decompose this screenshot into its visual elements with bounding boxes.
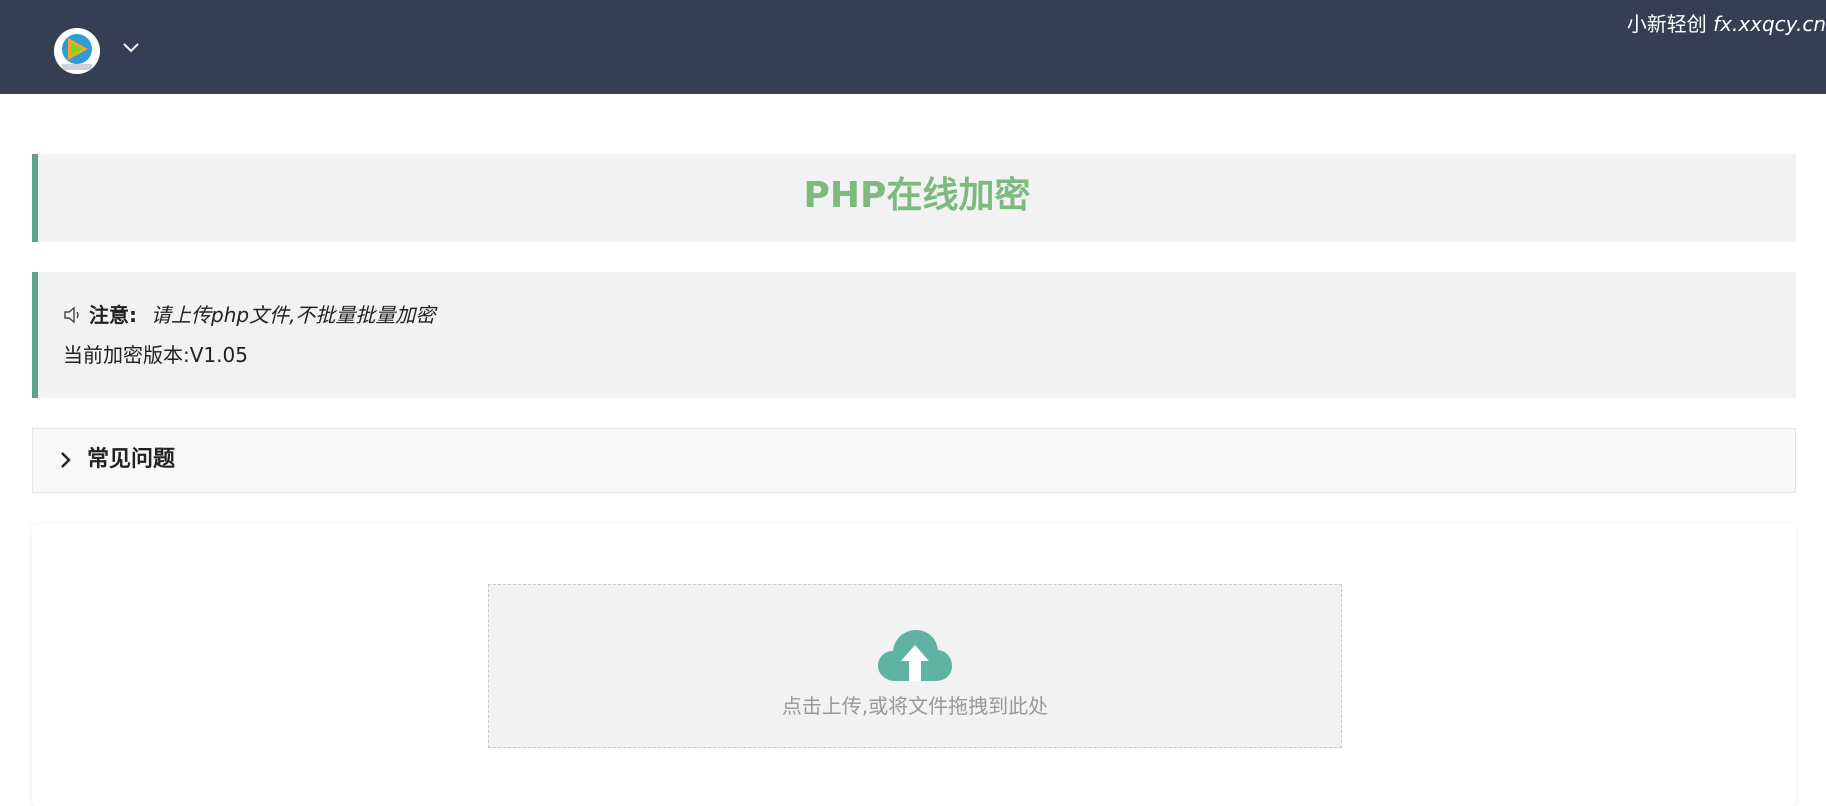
chevron-down-icon[interactable] (122, 41, 140, 55)
notice-label: 注意: (89, 303, 137, 327)
notice-box: 注意: 请上传php文件,不批量批量加密 当前加密版本:V1.05 (32, 272, 1796, 398)
app-logo[interactable] (54, 28, 100, 74)
chevron-right-icon (61, 452, 71, 468)
faq-collapse[interactable]: 常见问题 (32, 428, 1796, 493)
page-title: PHP在线加密 (803, 175, 1031, 216)
watermark-name: 小新轻创 (1626, 12, 1707, 36)
top-navbar: 小新轻创 fx.xxqcy.cn (0, 0, 1826, 94)
upload-dropzone[interactable]: 点击上传,或将文件拖拽到此处 (488, 584, 1342, 748)
notice-line: 注意: 请上传php文件,不批量批量加密 (63, 300, 435, 330)
site-watermark: 小新轻创 fx.xxqcy.cn (1627, 8, 1826, 37)
cloud-upload-icon (878, 630, 952, 681)
video-play-logo-icon (54, 28, 100, 74)
notice-text: 请上传php文件,不批量批量加密 (151, 303, 436, 327)
speaker-icon (64, 306, 79, 324)
upload-hint: 点击上传,或将文件拖拽到此处 (781, 694, 1049, 718)
version-text: 当前加密版本:V1.05 (63, 343, 248, 367)
faq-title: 常见问题 (87, 447, 176, 472)
watermark-domain: fx.xxqcy.cn (1713, 12, 1826, 36)
page-title-box: PHP在线加密 (32, 154, 1796, 242)
